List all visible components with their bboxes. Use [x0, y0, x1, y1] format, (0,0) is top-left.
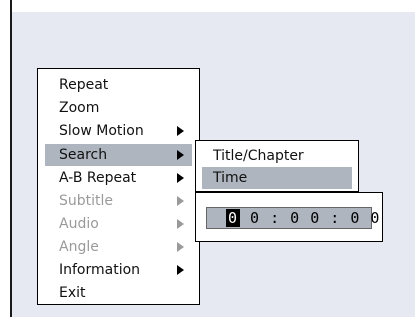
- menu-item-angle: Angle: [45, 236, 192, 258]
- submenu-item-label: Time: [213, 170, 248, 186]
- menu-item-exit[interactable]: Exit: [45, 282, 192, 304]
- menu-item-zoom[interactable]: Zoom: [45, 97, 192, 119]
- menu-item-slow-motion[interactable]: Slow Motion: [45, 120, 192, 142]
- menu-item-information[interactable]: Information: [45, 259, 192, 281]
- menu-item-repeat[interactable]: Repeat: [45, 74, 192, 96]
- menu-item-label: Zoom: [59, 100, 100, 116]
- submenu-item-label: Title/Chapter: [213, 148, 304, 164]
- time-remaining-digits: 0 : 0 0 : 0 0: [240, 209, 381, 227]
- arrow-right-icon: [177, 196, 184, 206]
- submenu-item-time[interactable]: Time: [202, 167, 352, 189]
- arrow-right-icon: [177, 219, 184, 229]
- arrow-right-icon: [177, 126, 184, 136]
- menu-item-label: Slow Motion: [59, 123, 144, 139]
- time-search-panel: 0 0 : 0 0 : 0 0: [195, 192, 383, 242]
- screen-edge: [10, 0, 12, 317]
- menu-item-label: Search: [59, 147, 108, 163]
- menu-item-label: Angle: [59, 239, 99, 255]
- arrow-right-icon: [177, 173, 184, 183]
- time-input[interactable]: 0 0 : 0 0 : 0 0: [206, 207, 379, 229]
- menu-item-label: Information: [59, 262, 141, 278]
- arrow-right-icon: [177, 150, 184, 160]
- menu-item-label: Repeat: [59, 77, 109, 93]
- playback-menu: Repeat Zoom Slow Motion Search A-B Repea…: [37, 68, 200, 305]
- menu-item-label: Subtitle: [59, 193, 114, 209]
- arrow-right-icon: [177, 265, 184, 275]
- menu-item-label: A-B Repeat: [59, 170, 137, 186]
- search-submenu: Title/Chapter Time: [195, 140, 359, 192]
- time-cursor-digit: 0: [226, 209, 241, 227]
- menu-item-audio: Audio: [45, 213, 192, 235]
- menu-item-ab-repeat[interactable]: A-B Repeat: [45, 167, 192, 189]
- menu-item-label: Audio: [59, 216, 99, 232]
- arrow-right-icon: [177, 242, 184, 252]
- menu-item-subtitle: Subtitle: [45, 190, 192, 212]
- submenu-item-title-chapter[interactable]: Title/Chapter: [202, 145, 352, 167]
- menu-item-label: Exit: [59, 285, 86, 301]
- menu-item-search[interactable]: Search: [45, 144, 192, 166]
